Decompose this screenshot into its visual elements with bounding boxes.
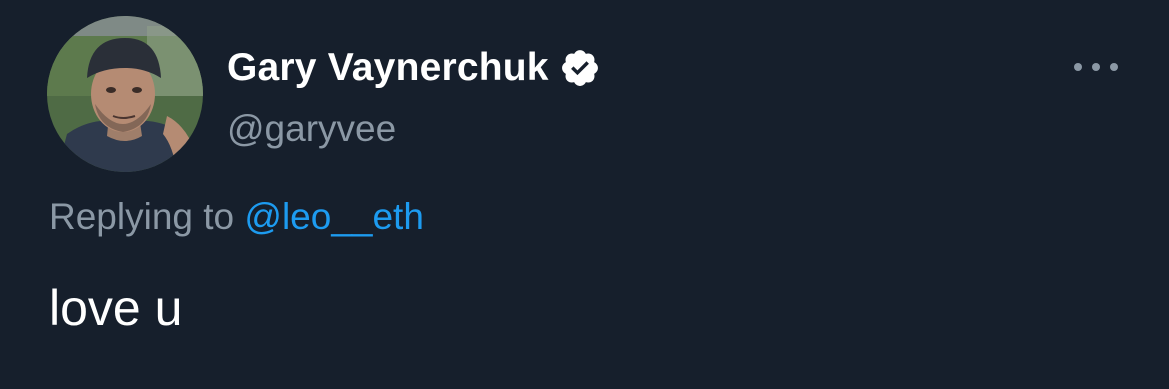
display-name[interactable]: Gary Vaynerchuk bbox=[227, 42, 549, 94]
reply-mention-link[interactable]: @leo__eth bbox=[244, 196, 424, 237]
author-block: Gary Vaynerchuk @garyvee bbox=[227, 42, 601, 154]
verified-badge-icon bbox=[559, 47, 601, 89]
more-dot bbox=[1074, 63, 1082, 71]
name-row: Gary Vaynerchuk bbox=[227, 42, 601, 94]
more-dot bbox=[1110, 63, 1118, 71]
avatar-image bbox=[47, 16, 203, 172]
reply-prefix: Replying to bbox=[49, 196, 235, 237]
handle[interactable]: @garyvee bbox=[227, 104, 601, 154]
tweet-text: love u bbox=[49, 280, 183, 336]
more-options-icon[interactable] bbox=[1074, 58, 1118, 76]
tweet-card: Gary Vaynerchuk @garyvee Replying to @le… bbox=[0, 0, 1169, 389]
reply-context: Replying to @leo__eth bbox=[49, 192, 424, 242]
more-dot bbox=[1092, 63, 1100, 71]
avatar[interactable] bbox=[47, 16, 203, 172]
